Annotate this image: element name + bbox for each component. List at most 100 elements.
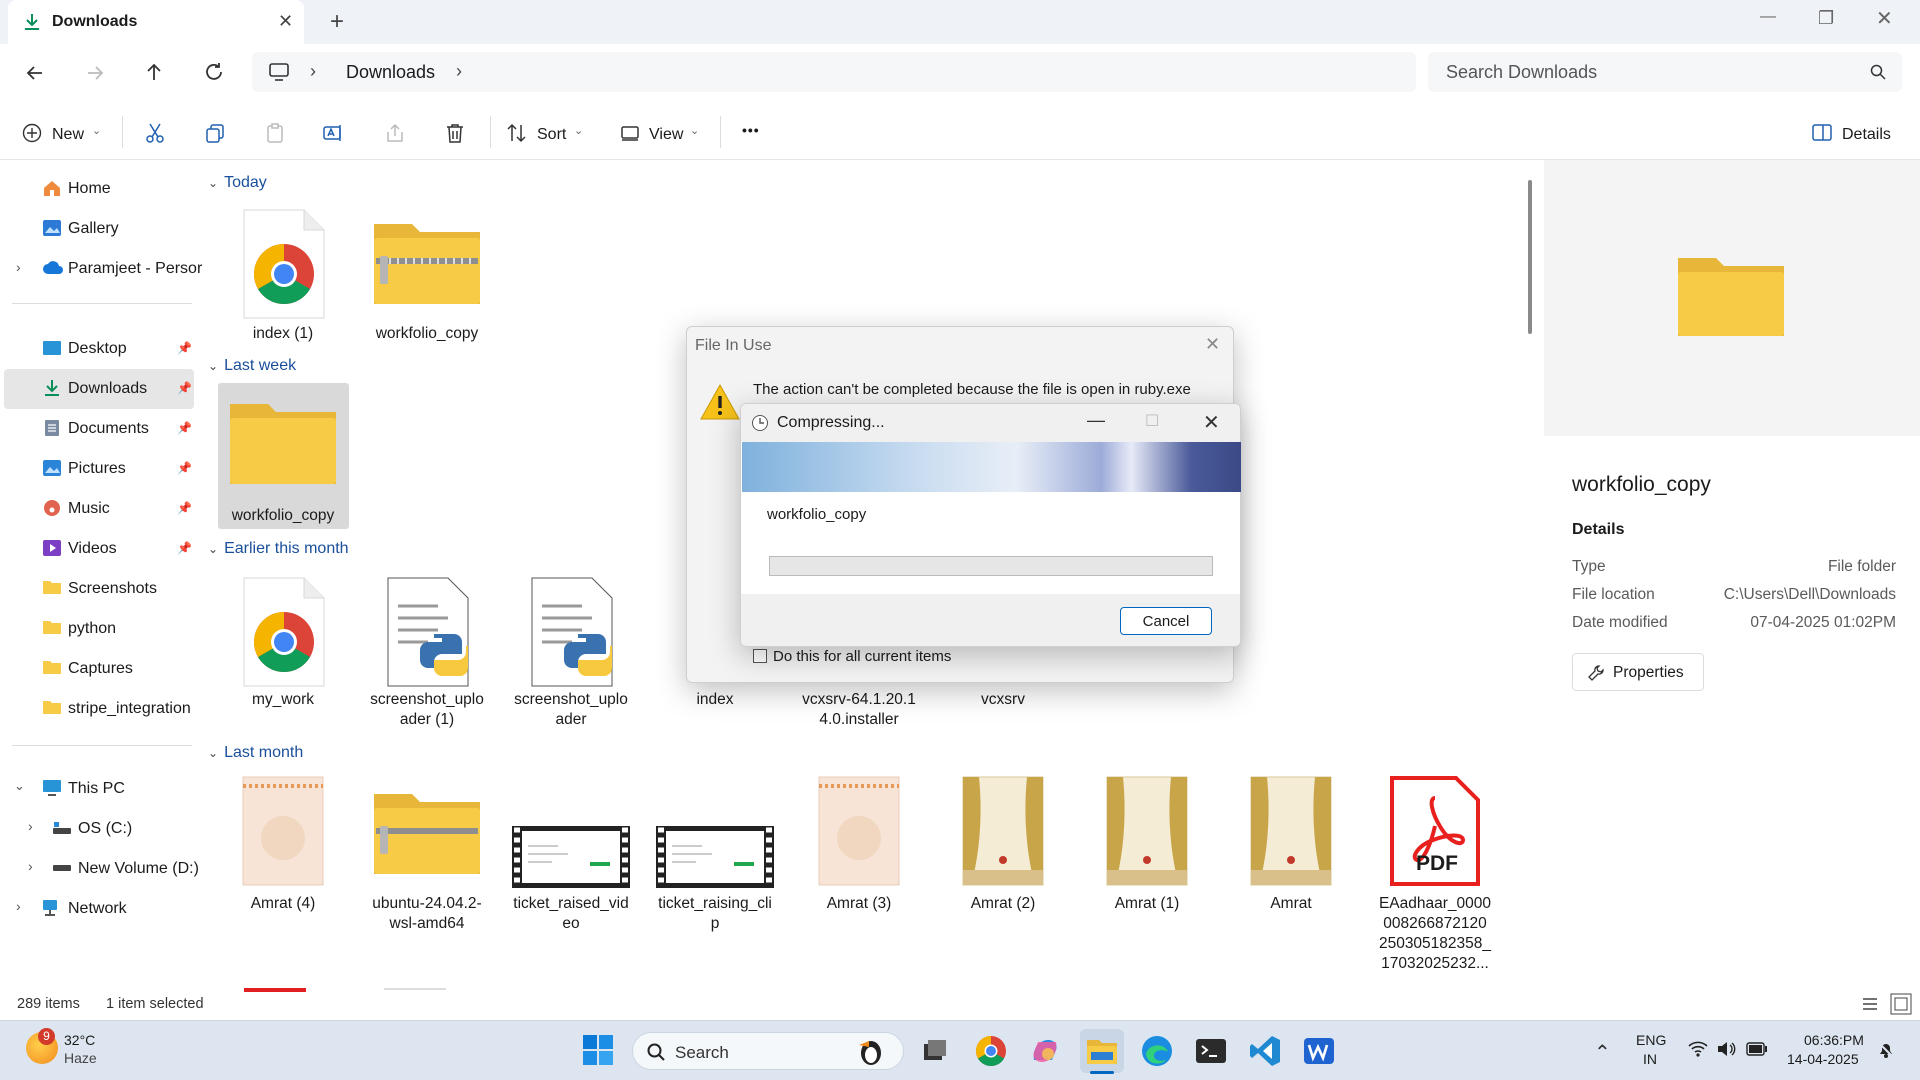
share-icon[interactable]: [384, 122, 406, 144]
sidebar-item-videos[interactable]: Videos: [68, 540, 117, 558]
taskbar-search[interactable]: Search: [632, 1032, 904, 1070]
file-item[interactable]: my_work: [218, 574, 348, 734]
minimize-button[interactable]: —: [1760, 8, 1776, 26]
sidebar-item-network[interactable]: Network: [68, 900, 127, 918]
restore-button[interactable]: ❐: [1818, 8, 1834, 29]
cancel-button[interactable]: Cancel: [1120, 607, 1212, 635]
expand-chevron-icon[interactable]: ›: [28, 858, 33, 874]
tab-close-icon[interactable]: ✕: [278, 11, 293, 32]
collapse-chevron-icon[interactable]: ⌄: [14, 778, 25, 794]
this-pc-icon: [42, 779, 62, 797]
wifi-icon[interactable]: [1688, 1041, 1708, 1057]
new-plus-icon[interactable]: [22, 123, 42, 143]
file-item[interactable]: Amrat (4): [218, 776, 348, 976]
file-item[interactable]: Amrat (2): [938, 776, 1068, 976]
tab-downloads[interactable]: Downloads ✕: [8, 0, 304, 44]
more-options-button[interactable]: •••: [742, 122, 760, 138]
battery-icon[interactable]: [1746, 1042, 1768, 1056]
cut-icon[interactable]: [144, 122, 166, 144]
show-hidden-icons-chevron[interactable]: ⌃: [1594, 1040, 1611, 1065]
sidebar-item-pictures[interactable]: Pictures: [68, 460, 126, 478]
properties-button[interactable]: Properties: [1572, 653, 1704, 691]
minimize-button[interactable]: —: [1087, 410, 1105, 431]
sort-button[interactable]: Sort: [537, 126, 566, 144]
group-header-last-month[interactable]: ⌄ Last month: [208, 744, 303, 762]
copy-icon[interactable]: [204, 122, 226, 144]
details-pane-icon[interactable]: [1812, 124, 1832, 142]
sidebar-item-onedrive[interactable]: Paramjeet - Persor: [68, 260, 202, 278]
volume-icon[interactable]: [1716, 1040, 1736, 1058]
notifications-bell-icon[interactable]: [1876, 1040, 1896, 1060]
sidebar-item-documents[interactable]: Documents: [68, 420, 149, 438]
expand-chevron-icon[interactable]: ›: [16, 898, 21, 914]
sidebar-item-gallery[interactable]: Gallery: [68, 220, 119, 238]
paste-icon[interactable]: [264, 122, 286, 144]
sidebar-item-music[interactable]: Music: [68, 500, 110, 518]
refresh-icon[interactable]: [203, 61, 225, 83]
delete-icon[interactable]: [444, 122, 466, 144]
chevron-right-icon[interactable]: ›: [456, 61, 462, 82]
sidebar-item-captures[interactable]: Captures: [68, 660, 133, 678]
sidebar-item-screenshots[interactable]: Screenshots: [68, 580, 157, 598]
file-item[interactable]: screenshot_uplo ader: [506, 574, 636, 734]
sidebar-item-python[interactable]: python: [68, 620, 116, 638]
file-item[interactable]: screenshot_uplo ader (1): [362, 574, 492, 734]
file-item[interactable]: index (1): [218, 206, 348, 346]
copilot-app-icon[interactable]: [1028, 1034, 1062, 1068]
new-tab-button[interactable]: +: [330, 8, 344, 36]
file-item[interactable]: PDF EAadhaar_0000 008266872120 250305182…: [1370, 776, 1500, 986]
search-icon[interactable]: [1870, 64, 1886, 80]
sidebar-item-home[interactable]: Home: [68, 180, 111, 198]
address-bar[interactable]: › Downloads ›: [252, 52, 1416, 92]
edge-app-icon[interactable]: [1140, 1034, 1174, 1068]
close-window-button[interactable]: ✕: [1876, 6, 1893, 31]
vscode-app-icon[interactable]: [1248, 1034, 1282, 1068]
breadcrumb-downloads[interactable]: Downloads: [346, 62, 435, 83]
compressing-close-button[interactable]: ✕: [1203, 410, 1220, 435]
sidebar-item-desktop[interactable]: Desktop: [68, 340, 127, 358]
file-explorer-app-icon[interactable]: [1085, 1034, 1119, 1068]
rename-icon[interactable]: [322, 122, 344, 144]
file-item[interactable]: ubuntu-24.04.2- wsl-amd64: [362, 776, 492, 976]
back-arrow-icon[interactable]: [24, 62, 46, 84]
group-header-today[interactable]: ⌄ Today: [208, 174, 267, 192]
terminal-app-icon[interactable]: [1194, 1034, 1228, 1068]
chrome-app-icon[interactable]: [974, 1034, 1008, 1068]
view-button[interactable]: View: [649, 126, 683, 144]
dialog-close-button[interactable]: ✕: [1205, 334, 1220, 355]
forward-arrow-icon[interactable]: [84, 62, 106, 84]
weather-temp[interactable]: 32°C: [64, 1032, 95, 1048]
details-button[interactable]: Details: [1842, 126, 1891, 144]
view-icon[interactable]: [620, 123, 640, 143]
search-box[interactable]: Search Downloads: [1428, 52, 1902, 92]
sidebar-item-new-volume-d[interactable]: New Volume (D:): [78, 860, 199, 878]
tiles-view-icon[interactable]: [1890, 993, 1912, 1015]
input-language[interactable]: ENG: [1636, 1032, 1666, 1048]
task-view-icon[interactable]: [918, 1034, 952, 1068]
sidebar-item-downloads[interactable]: Downloads: [68, 380, 147, 398]
new-button[interactable]: New: [52, 126, 84, 144]
up-arrow-icon[interactable]: [143, 61, 165, 83]
sort-icon[interactable]: [506, 122, 528, 144]
sidebar-item-stripe-integration[interactable]: stripe_integration: [68, 700, 191, 718]
expand-chevron-icon[interactable]: ›: [28, 818, 33, 834]
group-header-last-week[interactable]: ⌄ Last week: [208, 357, 296, 375]
file-item[interactable]: Amrat: [1226, 776, 1356, 976]
vertical-scrollbar-thumb[interactable]: [1528, 180, 1532, 334]
file-item[interactable]: Amrat (1): [1082, 776, 1212, 976]
expand-chevron-icon[interactable]: ›: [16, 259, 21, 275]
group-header-earlier[interactable]: ⌄ Earlier this month: [208, 540, 349, 558]
file-item[interactable]: ticket_raised_vid eo: [506, 776, 636, 976]
sidebar-item-this-pc[interactable]: This PC: [68, 780, 125, 798]
file-item[interactable]: ticket_raising_cli p: [650, 776, 780, 976]
list-view-icon[interactable]: [1862, 996, 1878, 1012]
file-item[interactable]: Amrat (3): [794, 776, 924, 976]
file-item[interactable]: workfolio_copy: [362, 206, 492, 346]
word-app-icon[interactable]: [1302, 1034, 1336, 1068]
windows-start-icon[interactable]: [582, 1034, 614, 1066]
clock-time[interactable]: 06:36:PM: [1804, 1032, 1864, 1048]
sidebar-item-os-c[interactable]: OS (C:): [78, 820, 132, 838]
search-input[interactable]: Search Downloads: [1446, 62, 1597, 83]
file-item-selected[interactable]: workfolio_copy: [218, 388, 348, 528]
all-items-checkbox[interactable]: [753, 649, 767, 663]
